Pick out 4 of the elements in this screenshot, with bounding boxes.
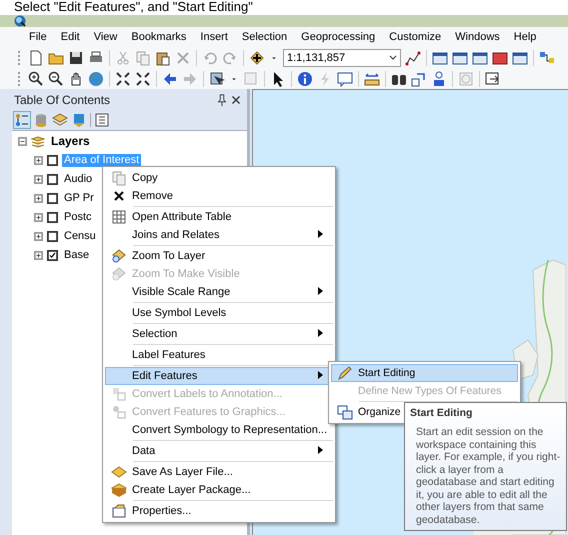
tooltip-title: Start Editing: [410, 407, 474, 419]
panel-title: Table Of Contents: [14, 92, 112, 106]
tooltip-text: Start an edit session on the workspace containing this layer. For example, if you right-click a layer from a geodatabase and start editing it, you are able to edit all the other layers from that same geodatabase.: [415, 426, 561, 526]
caption-text: Select "Edit Features", and "Start Editing": [14, 0, 253, 14]
